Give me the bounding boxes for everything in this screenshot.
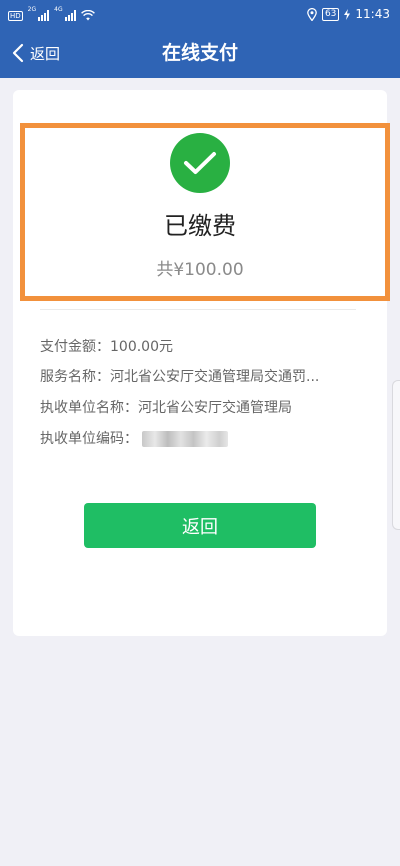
success-check-icon bbox=[170, 133, 230, 193]
redacted-unit-code bbox=[142, 431, 228, 447]
unit-name-label: 执收单位名称： bbox=[40, 400, 138, 416]
battery-icon: 63 bbox=[321, 7, 340, 21]
return-button[interactable]: 返回 bbox=[84, 503, 316, 548]
payment-status: 已缴费 bbox=[164, 212, 236, 240]
unit-name-row: 执收单位名称：河北省公安厅交通管理局 bbox=[40, 397, 356, 417]
return-button-label: 返回 bbox=[182, 516, 218, 538]
network-type-1: 2G bbox=[27, 6, 37, 13]
unit-code-row: 执收单位编码： bbox=[40, 428, 356, 448]
payment-total: 共¥100.00 bbox=[156, 260, 244, 280]
service-label: 服务名称： bbox=[40, 369, 110, 385]
charging-icon bbox=[344, 8, 351, 20]
amount-row: 支付金额：100.00元 bbox=[40, 336, 356, 356]
status-left: HD 2G 4G bbox=[8, 7, 95, 21]
amount-value: 100.00元 bbox=[110, 339, 173, 355]
amount-label: 支付金额： bbox=[40, 339, 110, 355]
wifi-icon bbox=[80, 10, 95, 21]
unit-name-value: 河北省公安厅交通管理局 bbox=[138, 400, 292, 416]
back-button[interactable]: 返回 bbox=[12, 28, 60, 78]
unit-code-label: 执收单位编码： bbox=[40, 431, 138, 447]
signal-icon bbox=[38, 10, 50, 21]
status-bar: HD 2G 4G 63 11:43 bbox=[0, 0, 400, 28]
back-label: 返回 bbox=[30, 44, 61, 63]
divider bbox=[40, 309, 356, 310]
network-type-2: 4G bbox=[54, 6, 63, 13]
signal-icon-2 bbox=[64, 10, 76, 21]
chevron-left-icon bbox=[12, 43, 24, 63]
status-right: 63 11:43 bbox=[307, 6, 390, 22]
floating-edge-handle[interactable] bbox=[392, 380, 400, 530]
location-icon bbox=[307, 7, 317, 21]
service-row: 服务名称：河北省公安厅交通管理局交通罚... bbox=[40, 366, 356, 386]
nav-bar: 返回 在线支付 bbox=[0, 28, 400, 78]
sim-icon: HD bbox=[8, 11, 23, 21]
clock: 11:43 bbox=[355, 7, 390, 21]
service-value: 河北省公安厅交通管理局交通罚... bbox=[110, 369, 320, 385]
